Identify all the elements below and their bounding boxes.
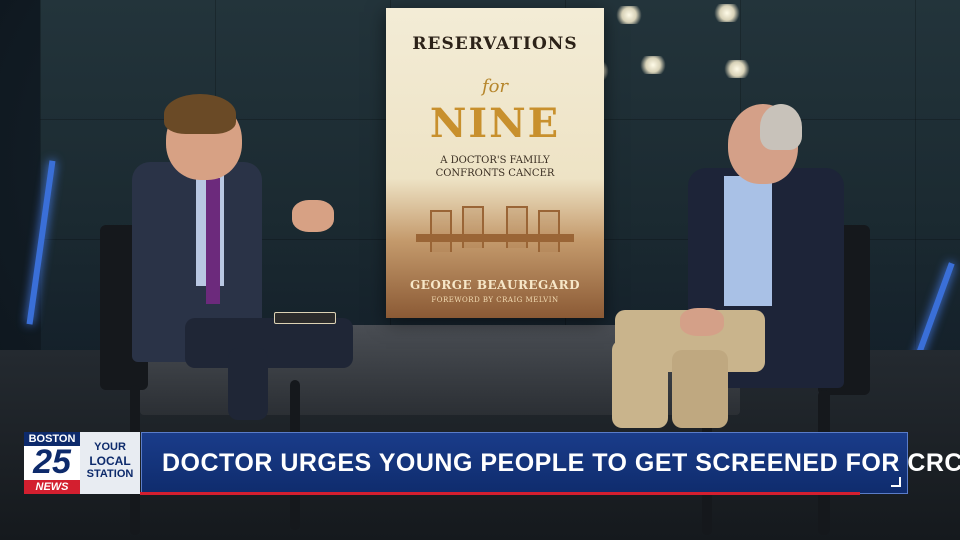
- tagline-line: YOUR: [94, 441, 126, 453]
- book-title-nine: NINE: [429, 100, 561, 147]
- tagline-line: STATION: [86, 468, 134, 480]
- headline-text: DOCTOR URGES YOUNG PEOPLE TO GET SCREENE…: [162, 449, 960, 477]
- host-tie: [206, 178, 220, 304]
- book-cover: RESERVATIONS for NINE A DOCTOR'S FAMILY …: [386, 8, 604, 318]
- tagline-line: LOCAL: [89, 454, 131, 468]
- station-logo: BOSTON 25 NEWS: [24, 432, 80, 494]
- chair-illustration: [430, 210, 452, 252]
- book-title: RESERVATIONS: [412, 34, 578, 54]
- studio-light: [724, 60, 750, 78]
- host-hand: [292, 200, 334, 232]
- station-tagline: YOUR LOCAL STATION: [80, 432, 140, 494]
- logo-number: 25: [33, 443, 71, 481]
- book-title-for: for: [481, 76, 509, 97]
- guest-hands: [680, 308, 724, 336]
- studio-light: [714, 4, 740, 22]
- book-subtitle: A DOCTOR'S FAMILY CONFRONTS CANCER: [406, 154, 584, 180]
- broadcast-frame: RESERVATIONS for NINE A DOCTOR'S FAMILY …: [0, 0, 960, 540]
- table-top: [416, 234, 574, 242]
- logo-news-text: NEWS: [24, 480, 80, 494]
- guest-lower-leg: [612, 340, 668, 428]
- dining-table-illustration: [416, 200, 574, 270]
- book-foreword: FOREWORD BY CRAIG MELVIN: [431, 296, 559, 304]
- book-author: GEORGE BEAUREGARD: [409, 278, 580, 292]
- host-legs: [185, 318, 353, 368]
- lower-third-banner: BOSTON 25 NEWS YOUR LOCAL STATION DOCTOR…: [24, 432, 960, 496]
- host-lower-leg: [228, 348, 268, 420]
- guest-shirt: [724, 176, 772, 306]
- book-subtitle-line: CONFRONTS CANCER: [435, 168, 555, 179]
- headline-bar: DOCTOR URGES YOUNG PEOPLE TO GET SCREENE…: [141, 432, 960, 494]
- headline-red-underline: [140, 492, 860, 495]
- corner-mark: [891, 477, 901, 487]
- guest-lower-leg: [672, 350, 728, 428]
- chair-illustration: [538, 210, 560, 252]
- studio-light: [640, 56, 666, 74]
- studio-light: [616, 6, 642, 24]
- guest-hair: [760, 104, 802, 150]
- book-subtitle-line: A DOCTOR'S FAMILY: [440, 155, 550, 166]
- held-book: [274, 312, 336, 324]
- host-hair: [164, 94, 236, 134]
